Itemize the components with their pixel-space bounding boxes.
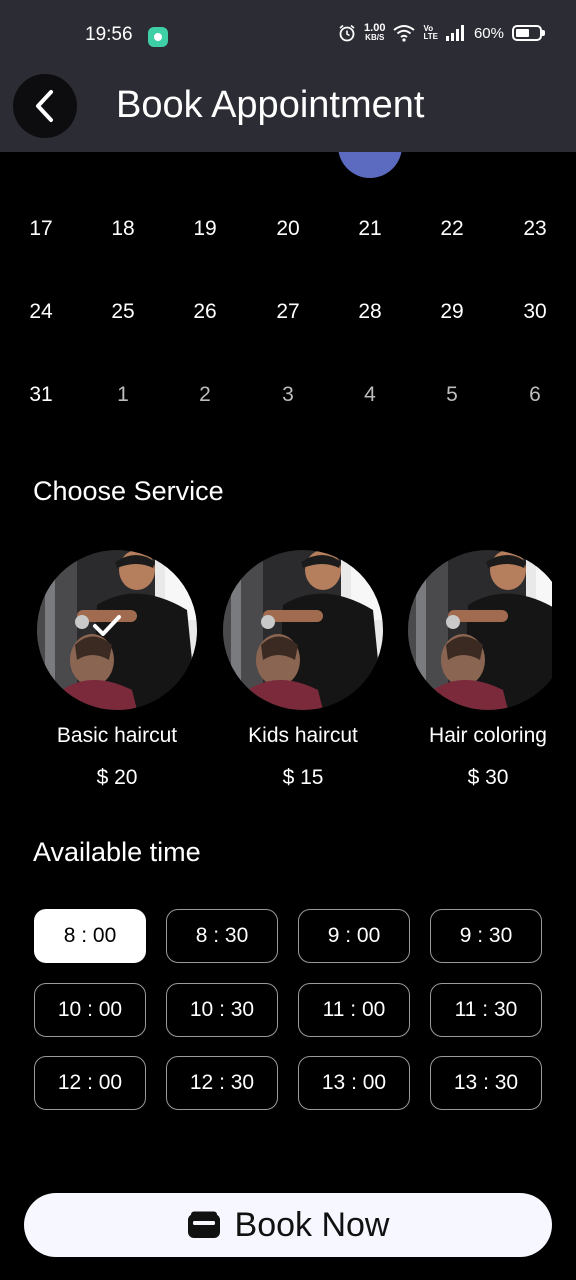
choose-service-title: Choose Service — [33, 476, 224, 506]
calendar-day[interactable]: 20 — [256, 197, 320, 261]
battery-percent: 60% — [473, 24, 504, 42]
calendar-day[interactable]: 3 — [256, 363, 320, 427]
calendar-day[interactable]: 23 — [503, 197, 567, 261]
wallet-icon — [187, 1211, 220, 1238]
signal-icon — [445, 25, 464, 41]
calendar-grid: 1011121314151617181920212223242526272829… — [0, 115, 576, 445]
net-speed-unit: KB/S — [365, 33, 385, 42]
service-photo — [408, 550, 552, 710]
status-bar: 19:56 1.00 KB/S Vo LTE 60% — [0, 0, 576, 72]
service-price: $ 15 — [282, 766, 324, 789]
time-slot[interactable]: 9 : 00 — [298, 909, 410, 963]
time-slot[interactable]: 11 : 30 — [430, 983, 542, 1037]
time-slot[interactable]: 10 : 00 — [34, 983, 146, 1037]
page-title: Book Appointment — [116, 84, 425, 126]
calendar-day[interactable]: 27 — [256, 280, 320, 344]
calendar-day[interactable]: 2 — [173, 363, 237, 427]
alarm-icon — [339, 24, 355, 42]
battery-icon — [512, 25, 545, 41]
calendar-day[interactable]: 22 — [420, 197, 484, 261]
chevron-left-icon — [36, 90, 53, 122]
status-indicators: 1.00 KB/S Vo LTE 60% — [338, 22, 545, 43]
service-name: Kids haircut — [248, 724, 358, 747]
time-slot[interactable]: 13 : 00 — [298, 1056, 410, 1110]
time-slot[interactable]: 12 : 30 — [166, 1056, 278, 1110]
service-name: Hair coloring — [429, 724, 547, 747]
calendar-day[interactable]: 6 — [503, 363, 567, 427]
net-speed-value: 1.00 — [364, 22, 386, 34]
calendar-day[interactable]: 24 — [9, 280, 73, 344]
app-bar: Book Appointment — [0, 72, 576, 152]
service-name: Basic haircut — [56, 724, 178, 747]
check-icon — [92, 614, 122, 643]
available-time-title: Available time — [33, 837, 201, 867]
time-slot[interactable]: 10 : 30 — [166, 983, 278, 1037]
wifi-icon — [393, 25, 416, 42]
calendar-day[interactable]: 5 — [420, 363, 484, 427]
chat-app-icon — [148, 27, 168, 47]
calendar-day[interactable]: 28 — [338, 280, 402, 344]
time-slot-selected[interactable]: 8 : 00 — [34, 909, 146, 963]
calendar-day[interactable]: 31 — [9, 363, 73, 427]
network-speed: 1.00 KB/S — [364, 22, 386, 43]
time-slot[interactable]: 12 : 00 — [34, 1056, 146, 1110]
time-slot[interactable]: 9 : 30 — [430, 909, 542, 963]
book-now-button[interactable]: Book Now — [24, 1193, 552, 1257]
service-price: $ 20 — [96, 766, 138, 789]
book-now-label: Book Now — [234, 1205, 390, 1244]
back-button[interactable] — [13, 74, 77, 138]
calendar-day[interactable]: 26 — [173, 280, 237, 344]
calendar-day[interactable]: 18 — [91, 197, 155, 261]
volte-bottom: LTE — [423, 32, 438, 41]
status-time: 19:56 — [85, 24, 133, 45]
service-price: $ 30 — [467, 766, 509, 789]
time-slot[interactable]: 8 : 30 — [166, 909, 278, 963]
calendar-day[interactable]: 25 — [91, 280, 155, 344]
service-list: Basic haircut $ 20 Kids haircut $ 15 Hai… — [0, 548, 552, 798]
volte-indicator: Vo LTE — [423, 25, 438, 41]
calendar-day[interactable]: 17 — [9, 197, 73, 261]
calendar-day[interactable]: 19 — [173, 197, 237, 261]
calendar-day[interactable]: 30 — [503, 280, 567, 344]
service-photo — [223, 550, 383, 710]
calendar-day[interactable]: 29 — [420, 280, 484, 344]
calendar-day[interactable]: 4 — [338, 363, 402, 427]
time-slot[interactable]: 13 : 30 — [430, 1056, 542, 1110]
battery-fill — [516, 29, 529, 37]
calendar-day[interactable]: 21 — [338, 197, 402, 261]
time-slot[interactable]: 11 : 00 — [298, 983, 410, 1037]
calendar-day[interactable]: 1 — [91, 363, 155, 427]
